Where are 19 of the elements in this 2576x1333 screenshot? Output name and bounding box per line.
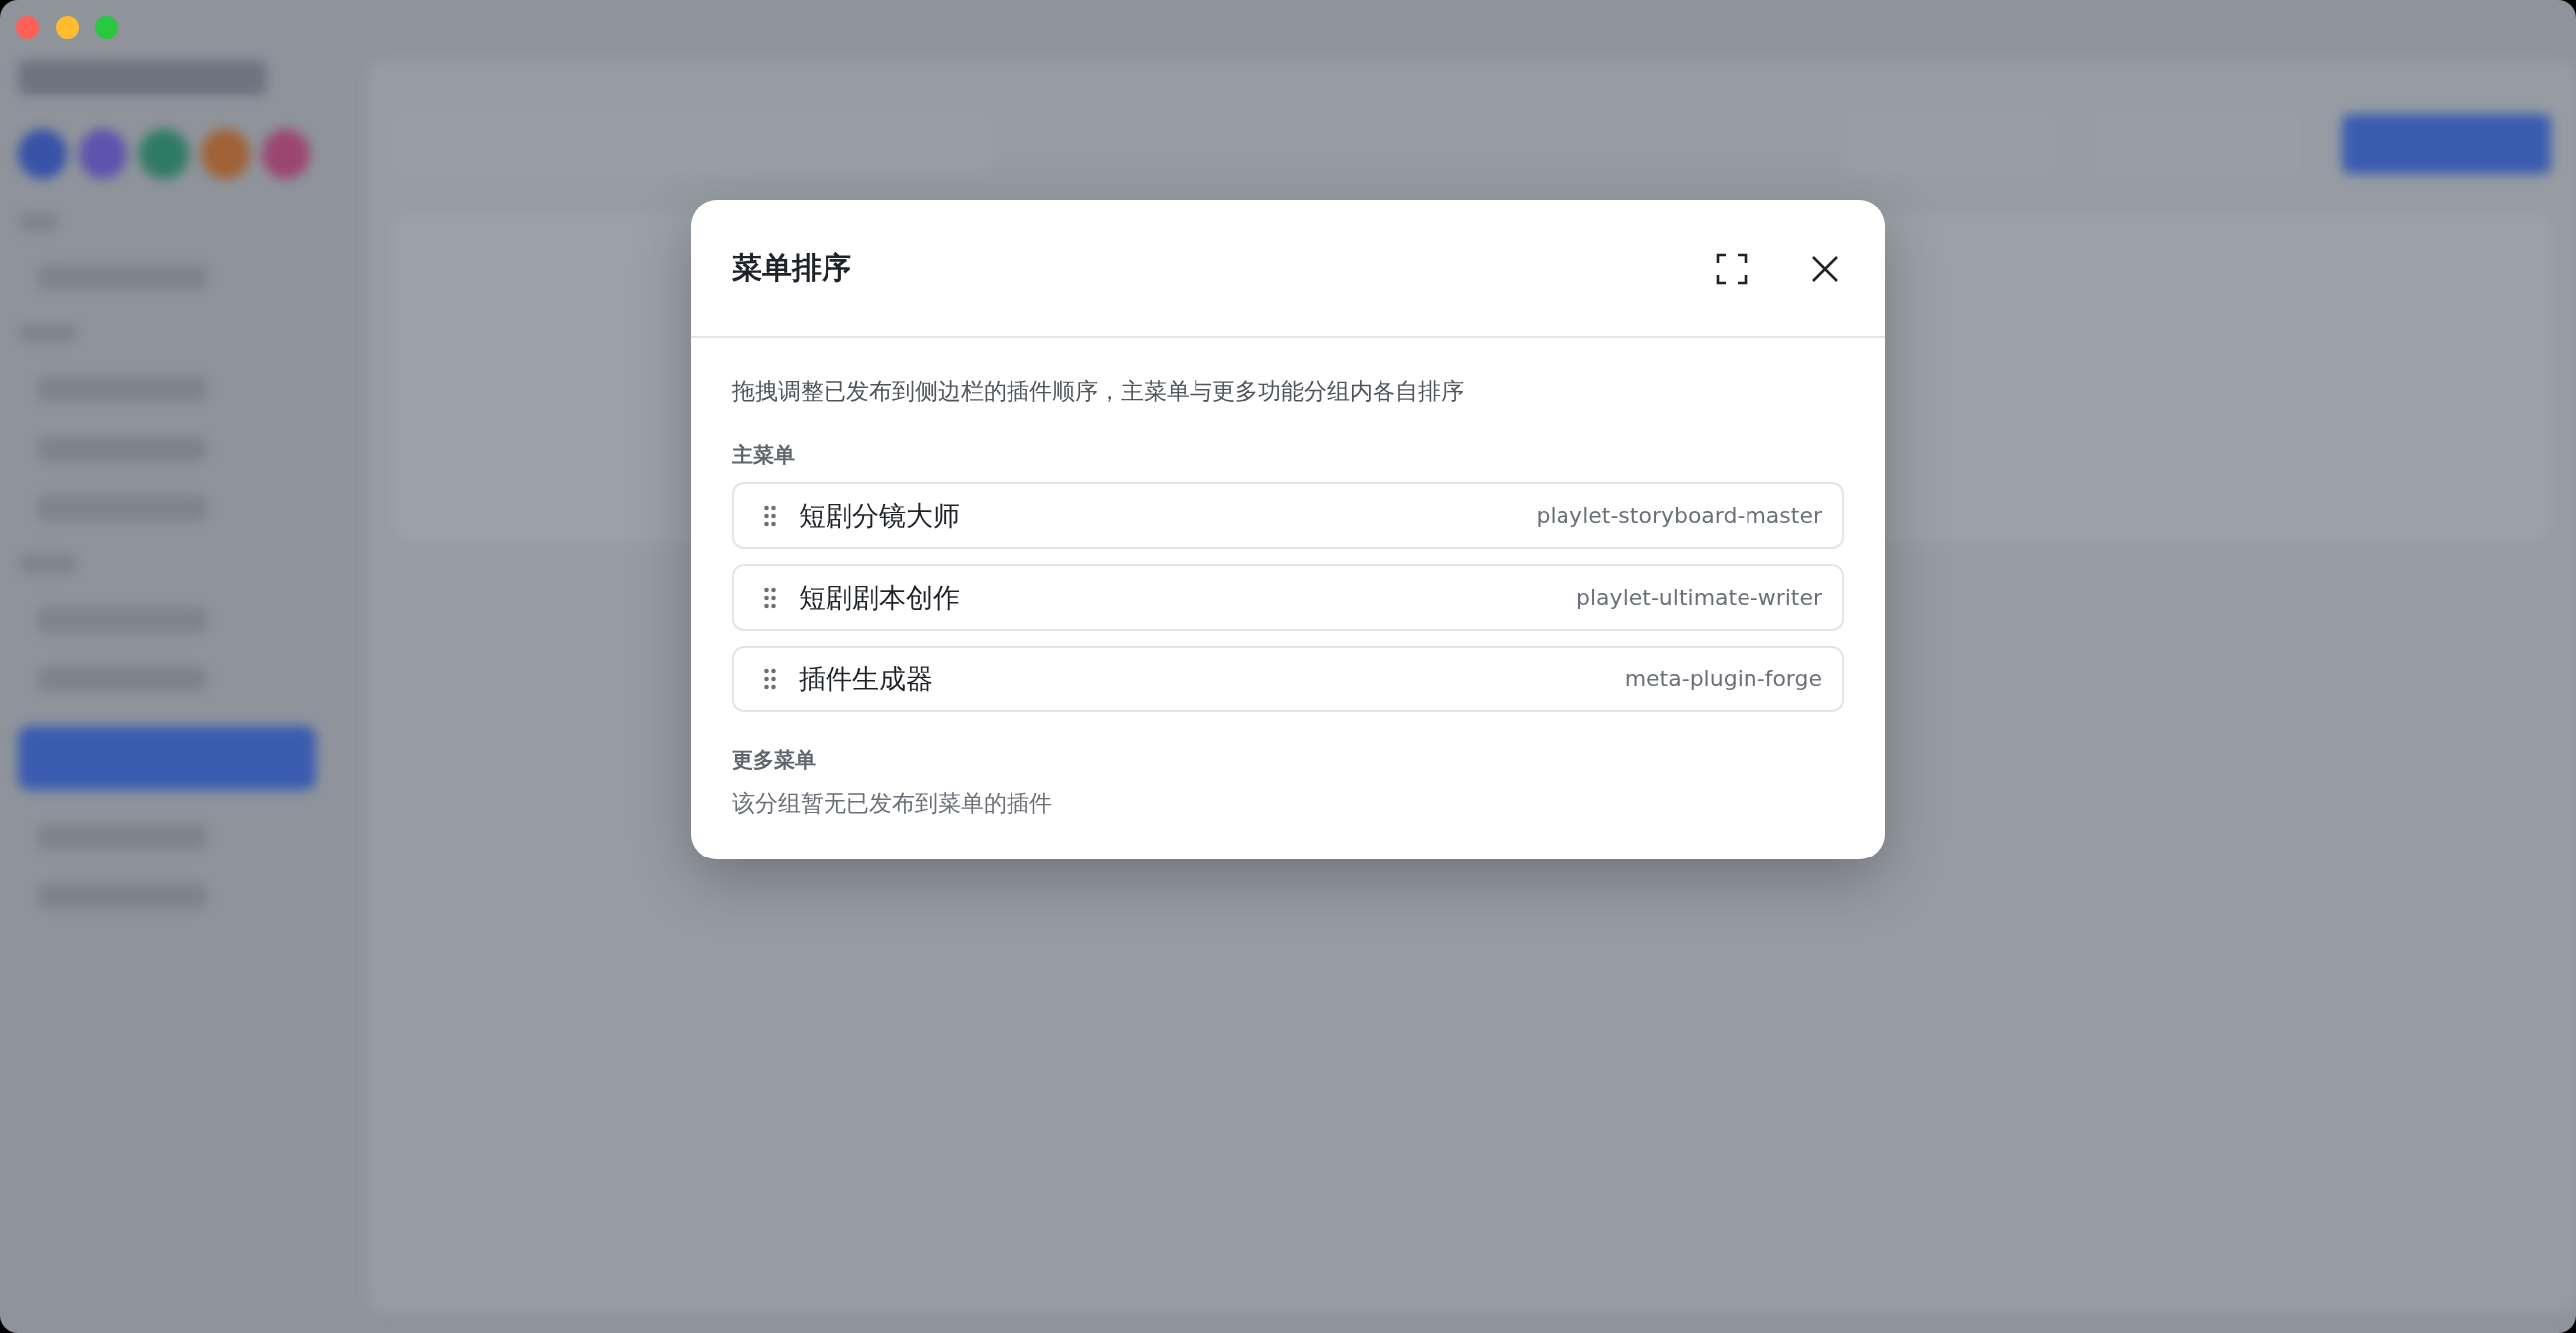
group-label: 更多菜单 — [732, 747, 817, 774]
plugin-slug: playlet-storyboard-master — [1536, 503, 1822, 528]
empty-message: 该分组暂无已发布到菜单的插件 — [732, 789, 1053, 818]
plugin-name: 短剧剧本创作 — [799, 580, 961, 615]
plugin-name: 短剧分镜大师 — [799, 498, 961, 533]
close-icon[interactable] — [1811, 254, 1839, 283]
menu-item-row[interactable]: 短剧分镜大师 playlet-storyboard-master — [732, 482, 1844, 549]
menu-item-row[interactable]: 插件生成器 meta-plugin-forge — [732, 646, 1844, 712]
plugin-slug: meta-plugin-forge — [1624, 666, 1822, 691]
dialog-title: 菜单排序 — [732, 249, 852, 286]
drag-handle-icon[interactable] — [764, 586, 776, 609]
plugin-slug: playlet-ultimate-writer — [1576, 585, 1822, 610]
drag-handle-icon[interactable] — [764, 504, 776, 527]
menu-item-row[interactable]: 短剧剧本创作 playlet-ultimate-writer — [732, 564, 1844, 631]
dialog-description: 拖拽调整已发布到侧边栏的插件顺序，主菜单与更多功能分组内各自排序 — [732, 377, 1465, 406]
plugin-name: 插件生成器 — [799, 662, 934, 696]
drag-handle-icon[interactable] — [764, 667, 776, 690]
group-label: 主菜单 — [732, 442, 796, 469]
fullscreen-icon[interactable] — [1716, 252, 1748, 285]
